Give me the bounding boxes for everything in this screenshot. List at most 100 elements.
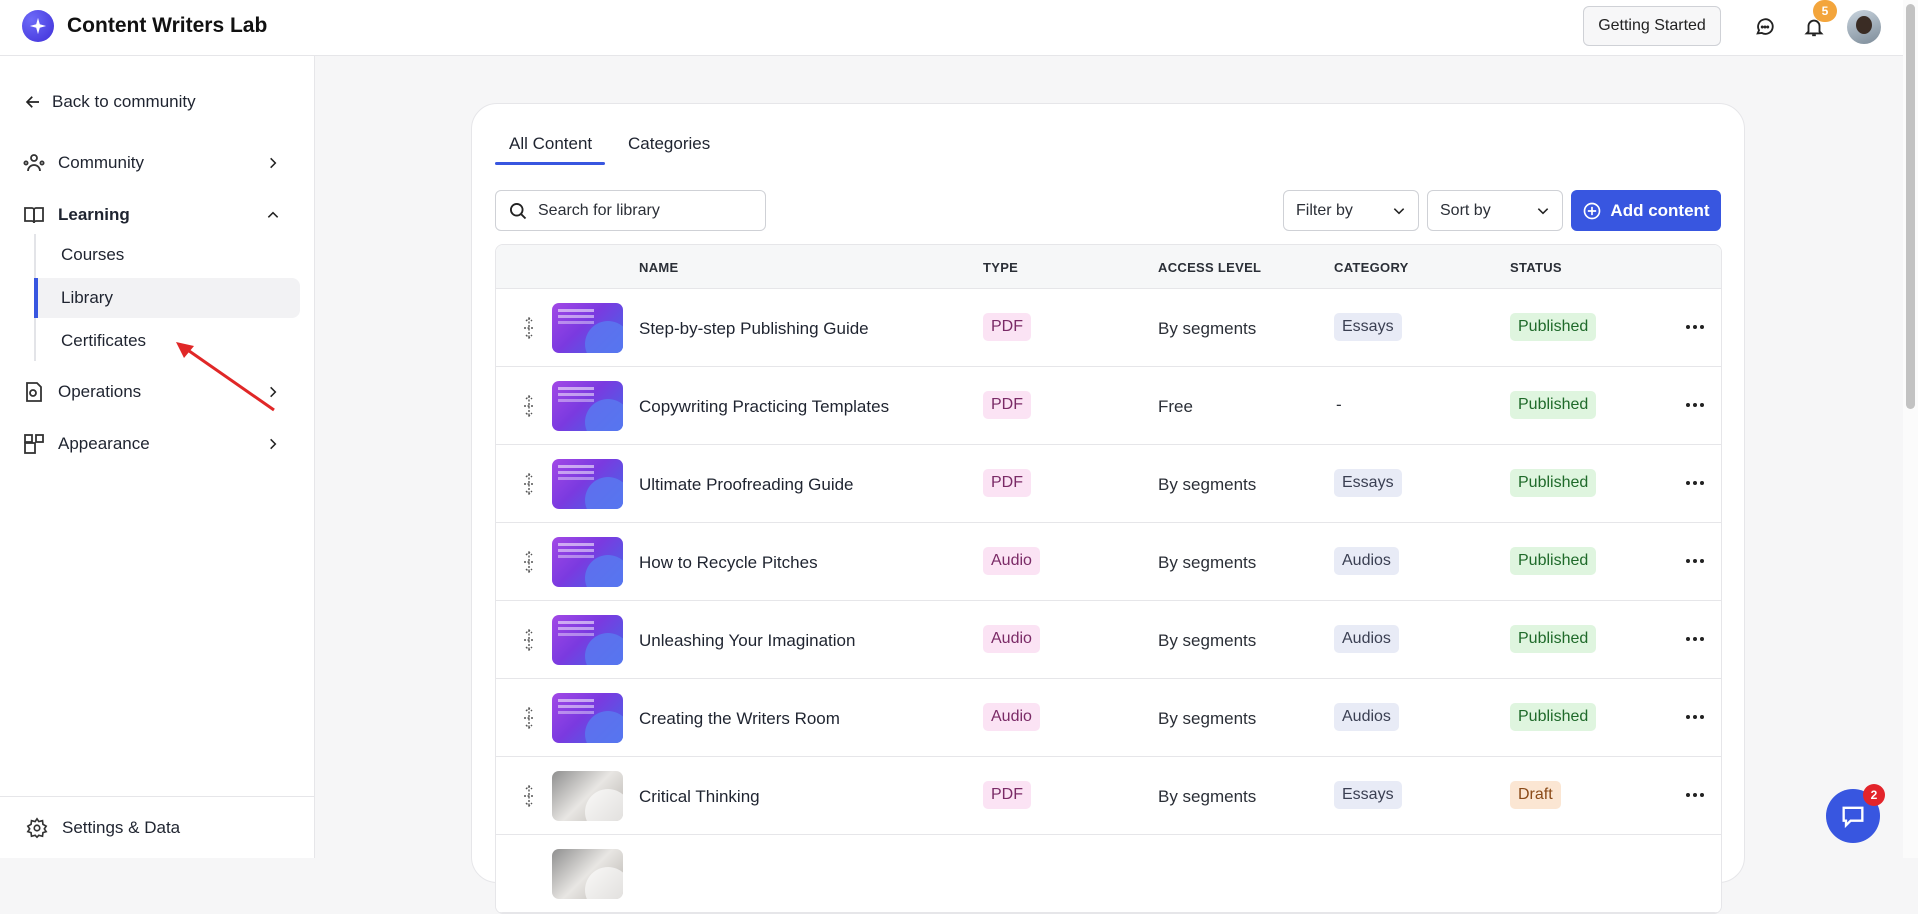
category-badge: Essays: [1334, 313, 1402, 341]
content-name[interactable]: How to Recycle Pitches: [639, 553, 818, 573]
type-badge: PDF: [983, 469, 1031, 497]
scrollbar-thumb[interactable]: [1906, 4, 1915, 409]
more-options-icon[interactable]: [1683, 317, 1707, 337]
content-name[interactable]: Critical Thinking: [639, 787, 760, 807]
access-level: By segments: [1158, 475, 1257, 494]
table-row[interactable]: Creating the Writers Room Audio By segme…: [496, 679, 1721, 757]
sort-label: Sort by: [1440, 201, 1491, 219]
column-status[interactable]: STATUS: [1510, 260, 1562, 275]
subitem-label: Certificates: [61, 331, 147, 350]
drag-handle-icon[interactable]: [520, 316, 538, 340]
chat-unread-badge: 2: [1863, 784, 1885, 806]
content-name[interactable]: Unleashing Your Imagination: [639, 631, 855, 651]
content-name[interactable]: Ultimate Proofreading Guide: [639, 475, 854, 495]
getting-started-button[interactable]: Getting Started: [1583, 6, 1721, 46]
drag-handle-icon[interactable]: [520, 394, 538, 418]
type-badge: Audio: [983, 703, 1040, 731]
sort-by-dropdown[interactable]: Sort by: [1427, 190, 1563, 231]
back-to-community-link[interactable]: Back to community: [24, 92, 196, 112]
content-name[interactable]: Step-by-step Publishing Guide: [639, 319, 869, 339]
drag-handle-icon[interactable]: [520, 472, 538, 496]
app-logo[interactable]: [22, 10, 54, 42]
status-badge: Published: [1510, 625, 1597, 653]
type-badge: PDF: [983, 391, 1031, 419]
sidebar-item-label: Operations: [58, 382, 142, 401]
content-name[interactable]: Creating the Writers Room: [639, 709, 840, 729]
more-options-icon[interactable]: [1683, 785, 1707, 805]
table-row[interactable]: [496, 835, 1721, 913]
more-options-icon[interactable]: [1683, 395, 1707, 415]
community-icon: [20, 149, 48, 177]
status-badge: Draft: [1510, 781, 1561, 809]
status-badge: Published: [1510, 703, 1597, 731]
drag-handle-icon[interactable]: [520, 550, 538, 574]
chevron-right-icon: [263, 153, 283, 173]
notification-badge: 5: [1813, 0, 1837, 22]
add-content-button[interactable]: Add content: [1571, 190, 1721, 231]
access-level: By segments: [1158, 787, 1257, 806]
drag-handle-icon[interactable]: [520, 706, 538, 730]
sidebar-item-label: Learning: [58, 205, 130, 224]
table-row[interactable]: Unleashing Your Imagination Audio By seg…: [496, 601, 1721, 679]
more-options-icon[interactable]: [1683, 473, 1707, 493]
content-thumbnail: [552, 381, 623, 431]
more-options-icon[interactable]: [1683, 629, 1707, 649]
drag-handle-icon[interactable]: [520, 628, 538, 652]
gear-icon: [26, 816, 48, 838]
top-bar: Content Writers Lab Getting Started 5: [0, 0, 1918, 56]
sidebar-item-appearance[interactable]: Appearance: [20, 424, 295, 464]
tab-categories[interactable]: Categories: [628, 134, 710, 154]
drag-handle-icon[interactable]: [520, 784, 538, 808]
tab-all-content[interactable]: All Content: [509, 134, 592, 154]
category-badge: Audios: [1334, 703, 1399, 731]
status-badge: Published: [1510, 391, 1597, 419]
type-badge: PDF: [983, 313, 1031, 341]
content-thumbnail: [552, 693, 623, 743]
table-row[interactable]: Critical Thinking PDF By segments Essays…: [496, 757, 1721, 835]
sidebar-item-community[interactable]: Community: [20, 143, 295, 183]
plus-circle-icon: [1584, 202, 1601, 219]
table-header: NAME TYPE ACCESS LEVEL CATEGORY STATUS: [496, 245, 1721, 289]
messages-icon[interactable]: [1752, 14, 1778, 40]
active-tab-indicator: [495, 162, 605, 165]
status-badge: Published: [1510, 469, 1597, 497]
content-name[interactable]: Copywriting Practicing Templates: [639, 397, 889, 417]
arrow-left-icon: [25, 96, 39, 108]
status-badge: Published: [1510, 313, 1597, 341]
status-badge: Published: [1510, 547, 1597, 575]
table-row[interactable]: Copywriting Practicing Templates PDF Fre…: [496, 367, 1721, 445]
filter-by-dropdown[interactable]: Filter by: [1283, 190, 1419, 231]
sidebar-item-learning[interactable]: Learning: [20, 195, 295, 235]
sidebar-subitem-courses[interactable]: Courses: [34, 235, 300, 275]
add-content-label: Add content: [1610, 200, 1710, 220]
content-thumbnail: [552, 771, 623, 821]
table-row[interactable]: How to Recycle Pitches Audio By segments…: [496, 523, 1721, 601]
category-badge: Essays: [1334, 469, 1402, 497]
sidebar-subitem-library[interactable]: Library: [34, 278, 300, 318]
settings-and-data-link[interactable]: Settings & Data: [0, 796, 314, 858]
column-access-level[interactable]: ACCESS LEVEL: [1158, 260, 1261, 275]
sidebar: Back to community Community Learning Cou…: [0, 56, 315, 858]
table-row[interactable]: Step-by-step Publishing Guide PDF By seg…: [496, 289, 1721, 367]
search-box[interactable]: [495, 190, 766, 231]
annotation-arrow: [176, 342, 275, 412]
column-type[interactable]: TYPE: [983, 260, 1018, 275]
library-table: NAME TYPE ACCESS LEVEL CATEGORY STATUS S…: [495, 244, 1722, 914]
column-name[interactable]: NAME: [639, 260, 678, 275]
column-category[interactable]: CATEGORY: [1334, 260, 1409, 275]
page-scrollbar[interactable]: [1903, 0, 1918, 858]
category-empty: -: [1336, 395, 1342, 414]
user-avatar[interactable]: [1847, 10, 1881, 44]
type-badge: Audio: [983, 625, 1040, 653]
content-thumbnail: [552, 615, 623, 665]
sidebar-item-label: Appearance: [58, 434, 150, 453]
chevron-down-icon: [1393, 207, 1405, 214]
more-options-icon[interactable]: [1683, 707, 1707, 727]
table-row[interactable]: Ultimate Proofreading Guide PDF By segme…: [496, 445, 1721, 523]
book-icon: [20, 201, 48, 229]
type-badge: PDF: [983, 781, 1031, 809]
search-input[interactable]: [538, 201, 748, 220]
content-thumbnail: [552, 849, 623, 899]
more-options-icon[interactable]: [1683, 551, 1707, 571]
content-thumbnail: [552, 537, 623, 587]
